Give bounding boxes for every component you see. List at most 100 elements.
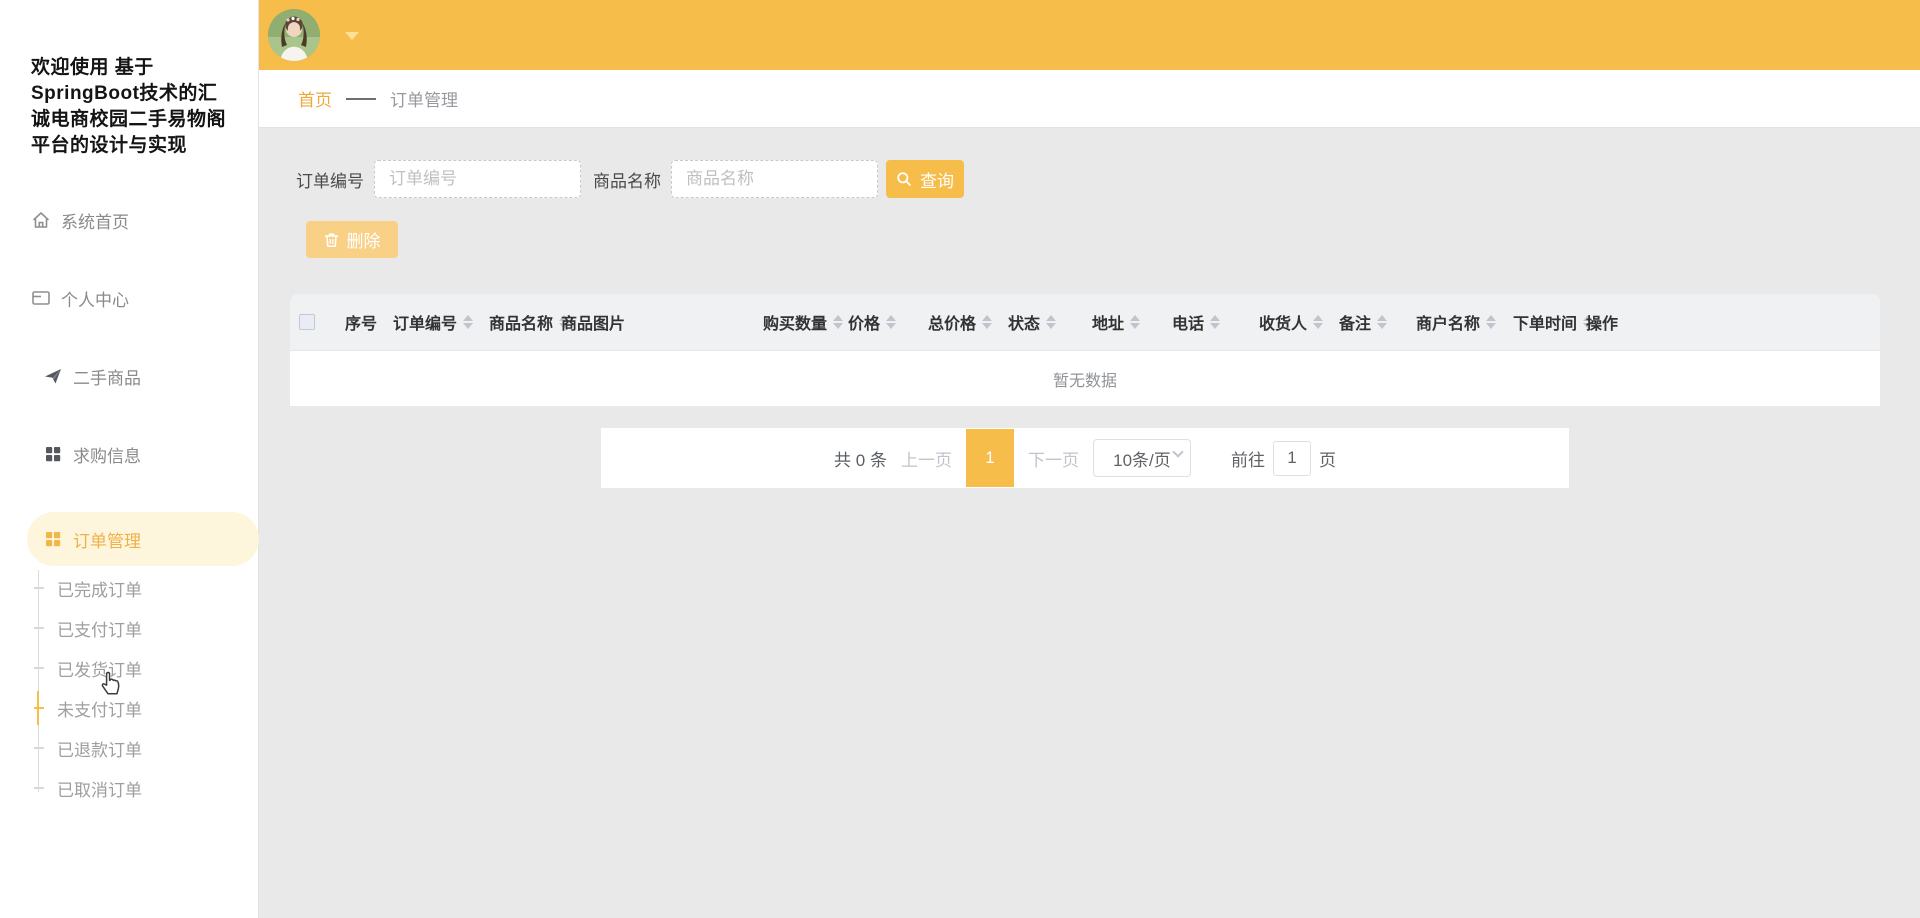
sidebar-item-secondhand-goods[interactable]: 二手商品 xyxy=(0,356,258,396)
goto-unit-label: 页 xyxy=(1319,446,1336,471)
chevron-down-icon xyxy=(1172,446,1183,457)
column-header-price[interactable]: 价格 xyxy=(848,310,928,334)
sort-carets-icon[interactable] xyxy=(463,315,473,329)
column-label: 商品名称 xyxy=(489,310,553,334)
sort-carets-icon[interactable] xyxy=(833,315,843,329)
column-label: 下单时间 xyxy=(1513,310,1577,334)
grid-icon xyxy=(43,444,63,464)
column-label: 价格 xyxy=(848,310,880,334)
sidebar-item-label: 系统首页 xyxy=(61,208,129,233)
sort-carets-icon[interactable] xyxy=(1377,315,1387,329)
subitem-label: 已发货订单 xyxy=(57,656,142,681)
product-name-label: 商品名称 xyxy=(593,167,661,192)
next-page-button[interactable]: 下一页 xyxy=(1028,446,1079,471)
sidebar-subitem-paid-orders[interactable]: 已支付订单 xyxy=(0,608,258,648)
delete-button-label: 删除 xyxy=(347,227,381,252)
delete-button[interactable]: 删除 xyxy=(306,221,398,258)
avatar[interactable] xyxy=(268,9,320,61)
grid-icon xyxy=(43,529,63,549)
breadcrumb-home[interactable]: 首页 xyxy=(298,86,332,111)
breadcrumb-current: 订单管理 xyxy=(390,86,458,111)
orders-table: 序号 订单编号 商品名称 商品图片 购买数量 价格 总价格 xyxy=(290,294,1880,406)
column-header-address[interactable]: 地址 xyxy=(1092,310,1172,334)
sort-carets-icon[interactable] xyxy=(886,315,896,329)
sidebar-item-label: 个人中心 xyxy=(61,286,129,311)
prev-page-button[interactable]: 上一页 xyxy=(901,446,952,471)
sidebar-subitem-cancelled-orders[interactable]: 已取消订单 xyxy=(0,768,258,808)
topbar xyxy=(259,0,1920,70)
column-label: 商户名称 xyxy=(1416,310,1480,334)
search-button-label: 查询 xyxy=(920,167,954,192)
table-empty-state: 暂无数据 xyxy=(290,350,1880,406)
sort-carets-icon[interactable] xyxy=(1130,315,1140,329)
current-page-button[interactable]: 1 xyxy=(966,429,1014,487)
sort-carets-icon[interactable] xyxy=(1210,315,1220,329)
search-button[interactable]: 查询 xyxy=(886,160,964,198)
main-content: 订单编号 商品名称 查询 删除 序号 订单编 xyxy=(259,128,1920,918)
sidebar-menu: 系统首页 个人中心 二手商品 求购信息 xyxy=(0,200,258,808)
page-size-select[interactable]: 10条/页 xyxy=(1093,439,1191,477)
home-icon xyxy=(31,210,51,230)
column-header-total-price[interactable]: 总价格 xyxy=(928,310,1008,334)
sidebar-item-label: 求购信息 xyxy=(73,442,141,467)
column-header-order-time[interactable]: 下单时间 xyxy=(1513,310,1586,334)
column-label: 购买数量 xyxy=(763,310,827,334)
search-icon xyxy=(896,171,912,187)
sidebar-subitem-shipped-orders[interactable]: 已发货订单 xyxy=(0,648,258,688)
column-header-status[interactable]: 状态 xyxy=(1008,310,1092,334)
pagination-total: 共 0 条 xyxy=(834,446,887,471)
column-header-merchant-name[interactable]: 商户名称 xyxy=(1416,310,1513,334)
app-title: 欢迎使用 基于SpringBoot技术的汇诚电商校园二手易物阁平台的设计与实现 xyxy=(31,55,234,159)
trash-icon xyxy=(324,232,339,248)
goto-page-input[interactable] xyxy=(1273,441,1311,476)
column-header-index: 序号 xyxy=(345,310,393,334)
sidebar: 欢迎使用 基于SpringBoot技术的汇诚电商校园二手易物阁平台的设计与实现 … xyxy=(0,0,259,918)
avatar-photo xyxy=(268,9,320,61)
column-label: 总价格 xyxy=(928,310,976,334)
paper-plane-icon xyxy=(43,366,63,386)
sort-carets-icon[interactable] xyxy=(982,315,992,329)
chevron-down-icon[interactable] xyxy=(345,32,359,40)
sidebar-item-system-home[interactable]: 系统首页 xyxy=(0,200,258,240)
subitem-label: 已完成订单 xyxy=(57,576,142,601)
subitem-label: 已退款订单 xyxy=(57,736,142,761)
column-header-consignee[interactable]: 收货人 xyxy=(1259,310,1339,334)
column-label: 电话 xyxy=(1172,310,1204,334)
sidebar-subitem-unpaid-orders[interactable]: 未支付订单 xyxy=(0,688,258,728)
subitem-label: 未支付订单 xyxy=(57,696,142,721)
select-all-checkbox[interactable] xyxy=(299,314,315,330)
breadcrumb-separator xyxy=(346,98,376,100)
sidebar-item-profile[interactable]: 个人中心 xyxy=(0,278,258,318)
sort-carets-icon[interactable] xyxy=(1046,315,1056,329)
order-no-input[interactable] xyxy=(374,160,581,198)
subitem-label: 已取消订单 xyxy=(57,776,142,801)
sidebar-item-buy-requests[interactable]: 求购信息 xyxy=(0,434,258,474)
table-header-row: 序号 订单编号 商品名称 商品图片 购买数量 价格 总价格 xyxy=(290,294,1880,350)
column-label: 备注 xyxy=(1339,310,1371,334)
column-label: 序号 xyxy=(345,310,377,334)
column-header-product-image: 商品图片 xyxy=(561,310,763,334)
column-header-actions: 操作 xyxy=(1586,310,1880,334)
column-header-phone[interactable]: 电话 xyxy=(1172,310,1259,334)
column-header-order-no[interactable]: 订单编号 xyxy=(393,310,489,334)
sidebar-subitem-completed-orders[interactable]: 已完成订单 xyxy=(0,568,258,608)
column-label: 收货人 xyxy=(1259,310,1307,334)
goto-label: 前往 xyxy=(1231,446,1265,471)
order-no-label: 订单编号 xyxy=(296,167,364,192)
column-header-remark[interactable]: 备注 xyxy=(1339,310,1416,334)
order-submenu: 已完成订单 已支付订单 已发货订单 未支付订单 已退款订单 已取消订单 xyxy=(0,568,258,808)
sidebar-item-order-management[interactable]: 订单管理 xyxy=(27,512,259,566)
product-name-input[interactable] xyxy=(671,160,878,198)
pagination-bar: 共 0 条 上一页 1 下一页 10条/页 前往 页 xyxy=(601,428,1569,488)
column-header-product-name[interactable]: 商品名称 xyxy=(489,310,561,334)
filter-bar: 订单编号 商品名称 查询 xyxy=(296,160,1880,198)
column-label: 商品图片 xyxy=(561,310,625,334)
sort-carets-icon[interactable] xyxy=(1486,315,1496,329)
sort-carets-icon[interactable] xyxy=(1313,315,1323,329)
column-label: 地址 xyxy=(1092,310,1124,334)
profile-card-icon xyxy=(31,288,51,308)
subitem-label: 已支付订单 xyxy=(57,616,142,641)
sidebar-subitem-refunded-orders[interactable]: 已退款订单 xyxy=(0,728,258,768)
column-label: 订单编号 xyxy=(393,310,457,334)
column-header-quantity[interactable]: 购买数量 xyxy=(763,310,848,334)
